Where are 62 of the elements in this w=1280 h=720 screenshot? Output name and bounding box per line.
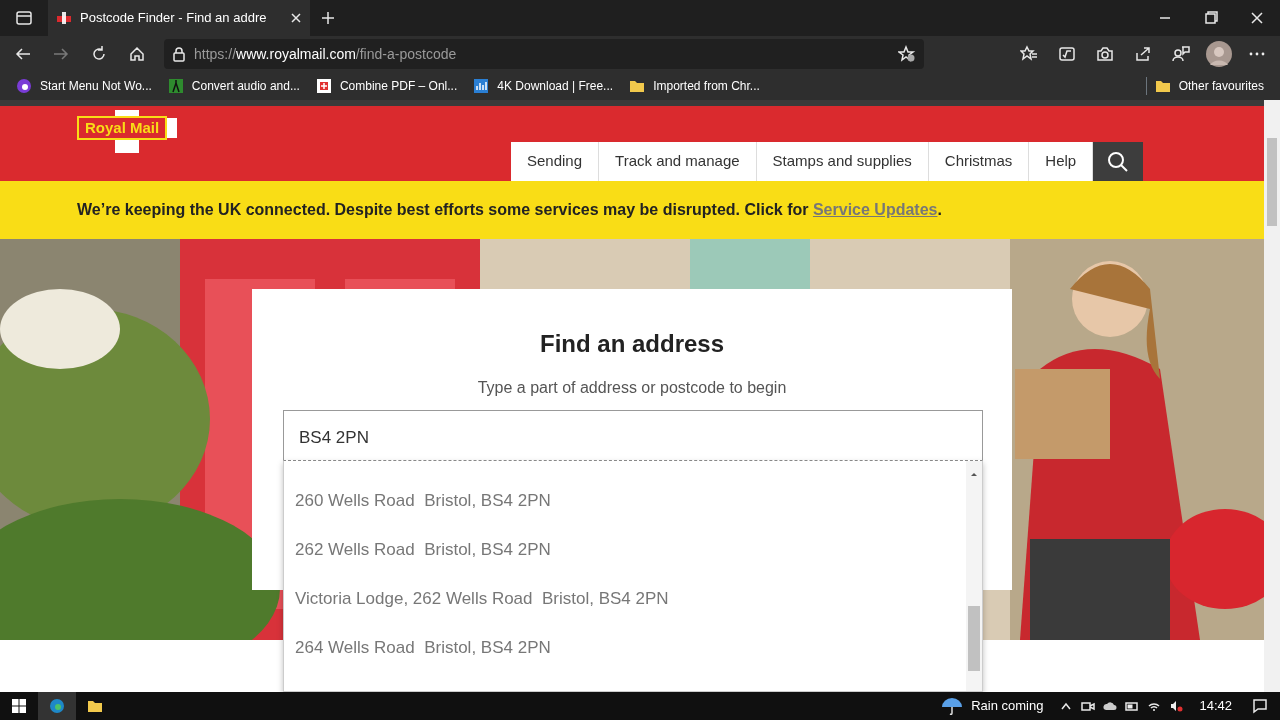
nav-tab[interactable]: Help <box>1029 142 1094 181</box>
math-solver-icon[interactable] <box>1058 45 1076 63</box>
search-icon <box>1107 150 1130 173</box>
address-bar[interactable]: https://www.royalmail.com/find-a-postcode <box>164 39 924 69</box>
bookmark[interactable]: 4K Download | Free... <box>473 77 614 95</box>
camera-icon[interactable] <box>1081 699 1096 713</box>
notification-icon[interactable] <box>1252 698 1268 714</box>
folder-icon <box>629 78 646 94</box>
suggestion-item[interactable]: 260 Wells Road Bristol, BS4 2PN <box>284 476 966 525</box>
restore-icon[interactable] <box>1203 10 1219 26</box>
browser-icon[interactable] <box>49 698 65 714</box>
lock-icon <box>172 46 186 62</box>
favicon-icon <box>16 78 32 94</box>
home-icon[interactable] <box>128 45 146 63</box>
search-button[interactable] <box>1093 142 1144 181</box>
start-icon[interactable] <box>11 698 27 714</box>
bookmark[interactable]: Convert audio and... <box>167 77 300 95</box>
close-icon[interactable] <box>1249 10 1265 26</box>
favicon-icon <box>473 78 490 94</box>
logo[interactable]: Royal Mail <box>77 116 168 140</box>
finder-title: Find an address <box>538 329 725 359</box>
camera-icon[interactable] <box>1096 45 1114 63</box>
bookmark[interactable]: Other favourites <box>1145 77 1264 95</box>
browser-tab[interactable]: Postcode Finder - Find an addre <box>48 0 310 36</box>
page-scrollbar[interactable] <box>1264 100 1280 692</box>
close-icon[interactable] <box>290 12 302 24</box>
bookmark[interactable]: Imported from Chr... <box>629 77 760 95</box>
favicon-icon <box>315 78 332 94</box>
banner-text: We’re keeping the UK connected. Despite best efforts some services may be disrupted. Click for Service Updates. <box>77 200 942 220</box>
suggestion-item[interactable]: 262 Wells Road Bristol, BS4 2PN <box>284 525 966 574</box>
new-tab-icon[interactable] <box>321 11 335 25</box>
tab-title[interactable]: Postcode Finder - Find an addre <box>80 10 267 26</box>
weather-widget[interactable]: Rain coming <box>941 696 1044 716</box>
feedback-icon[interactable] <box>1172 45 1190 63</box>
avatar-icon[interactable] <box>1206 41 1232 67</box>
favicon-icon <box>167 78 184 94</box>
finder-subtitle: Type a part of address or postcode to begin <box>476 378 788 398</box>
url-text[interactable]: https://www.royalmail.com/find-a-postcode <box>194 45 457 62</box>
battery-icon[interactable] <box>1125 699 1140 713</box>
folder-icon <box>1154 78 1171 94</box>
favourites-icon[interactable] <box>1020 45 1038 63</box>
share-icon[interactable] <box>1134 45 1152 63</box>
bookmark[interactable]: Combine PDF – Onl... <box>315 77 458 95</box>
nav-tab[interactable]: Track and manage <box>599 142 757 181</box>
umbrella-icon <box>941 697 964 715</box>
scrollbar-thumb[interactable] <box>968 606 980 671</box>
refresh-icon[interactable] <box>90 45 108 63</box>
nav-tab[interactable]: Christmas <box>928 142 1030 181</box>
cloud-icon[interactable] <box>1103 699 1118 713</box>
nav-tab[interactable]: Stamps and supplies <box>756 142 929 181</box>
clock[interactable]: 14:42 <box>1199 696 1232 716</box>
nav-tab[interactable]: Sending <box>511 142 600 181</box>
bookmark[interactable]: Start Menu Not Wo... <box>16 77 152 95</box>
scrollbar-thumb[interactable] <box>1267 138 1277 226</box>
sidebar-icon[interactable] <box>16 10 32 26</box>
scrollbar[interactable] <box>966 461 982 691</box>
suggestion-item[interactable]: 264 Wells Road Bristol, BS4 2PN <box>284 623 966 672</box>
favicon-icon <box>56 12 72 24</box>
add-favourite-icon[interactable] <box>898 45 916 63</box>
volume-muted-icon[interactable] <box>1169 699 1184 713</box>
suggestion-item[interactable]: Victoria Lodge, 262 Wells Road Bristol, BS4 2PN <box>284 574 966 623</box>
folder-icon[interactable] <box>87 698 103 714</box>
